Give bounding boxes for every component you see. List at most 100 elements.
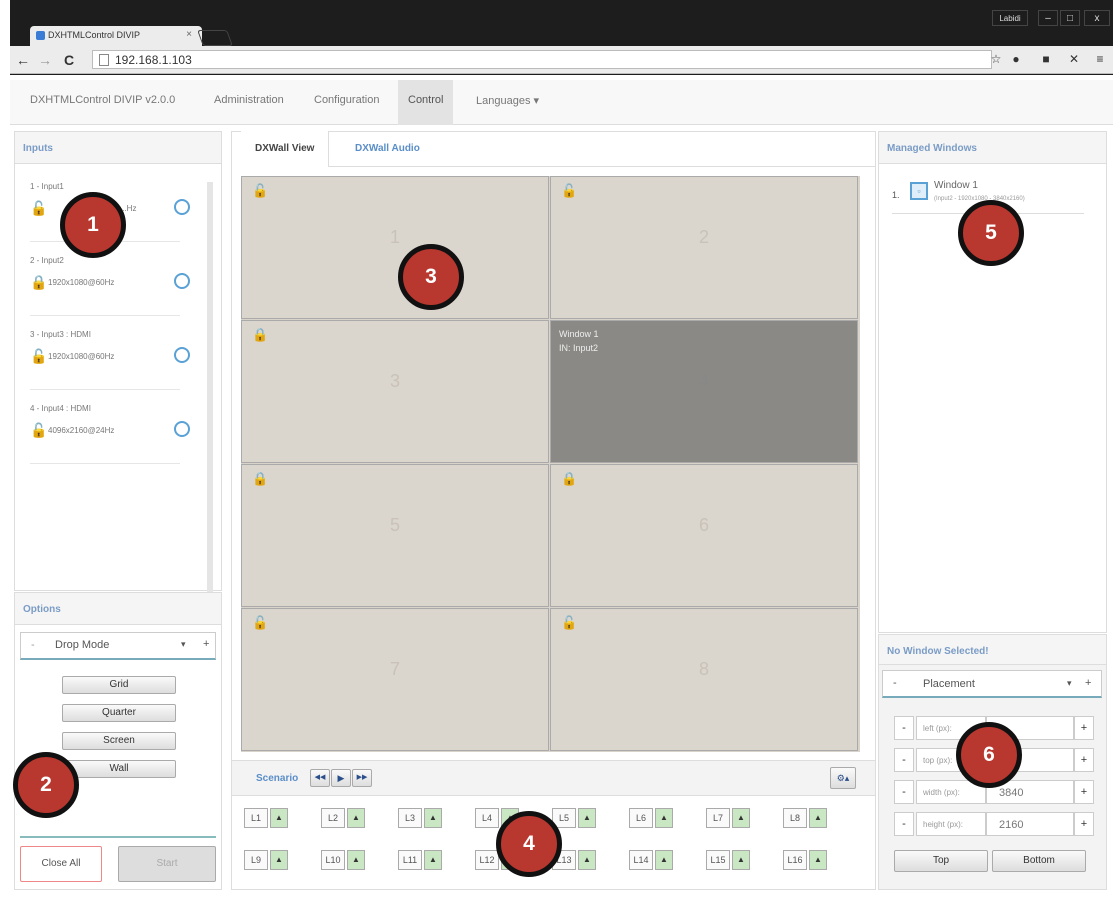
extension-icon[interactable]: ● bbox=[1010, 53, 1022, 65]
layout-label[interactable]: L2 bbox=[321, 808, 345, 828]
maximize-button[interactable]: □ bbox=[1060, 10, 1080, 26]
arrow-up-icon[interactable]: ▲ bbox=[655, 850, 673, 870]
layout-label[interactable]: L14 bbox=[629, 850, 653, 870]
field-minus-button[interactable]: - bbox=[894, 748, 914, 772]
field-input[interactable]: 2160 bbox=[986, 812, 1074, 836]
field-minus-button[interactable]: - bbox=[894, 716, 914, 740]
wall-button[interactable]: Wall bbox=[62, 760, 176, 778]
arrow-up-icon[interactable]: ▲ bbox=[347, 808, 365, 828]
arrow-up-icon[interactable]: ▲ bbox=[578, 808, 596, 828]
new-tab-button[interactable] bbox=[197, 30, 233, 46]
layout-l5[interactable]: L5 ▲ bbox=[552, 808, 598, 828]
bookmark-star-icon[interactable]: ☆ bbox=[990, 53, 1002, 65]
field-plus-button[interactable]: + bbox=[1074, 716, 1094, 740]
wall-screen-5[interactable]: 🔒 5 bbox=[241, 464, 549, 607]
field-minus-button[interactable]: - bbox=[894, 812, 914, 836]
lock-icon[interactable]: 🔒 bbox=[30, 275, 47, 289]
tab-close-icon[interactable]: × bbox=[186, 29, 192, 40]
wall-screen-2[interactable]: 🔓 2 bbox=[550, 176, 858, 319]
input-radio[interactable] bbox=[174, 199, 190, 215]
bottom-button[interactable]: Bottom bbox=[992, 850, 1086, 872]
layout-l14[interactable]: L14 ▲ bbox=[629, 850, 675, 870]
nav-administration[interactable]: Administration bbox=[214, 94, 284, 106]
layout-l10[interactable]: L10 ▲ bbox=[321, 850, 367, 870]
brand[interactable]: DXHTMLControl DIVIP v2.0.0 bbox=[30, 94, 175, 106]
tab-dxwall-audio[interactable]: DXWall Audio bbox=[355, 143, 420, 154]
placement-select[interactable]: - Placement ▾ + bbox=[882, 670, 1102, 698]
arrow-up-icon[interactable]: ▲ bbox=[270, 808, 288, 828]
inputs-scrollbar[interactable] bbox=[207, 182, 213, 592]
rewind-icon[interactable]: ◀◀ bbox=[310, 769, 330, 787]
extension2-icon[interactable]: ■ bbox=[1040, 53, 1052, 65]
layout-l15[interactable]: L15 ▲ bbox=[706, 850, 752, 870]
wall-screen-1[interactable]: 🔓 1 bbox=[241, 176, 549, 319]
url-input[interactable]: 192.168.1.103 bbox=[92, 50, 992, 69]
input-item-2[interactable]: 2 - Input2 🔒 1920x1080@60Hz bbox=[30, 256, 190, 316]
wall-screen-7[interactable]: 🔓 7 bbox=[241, 608, 549, 751]
layout-label[interactable]: L15 bbox=[706, 850, 730, 870]
input-radio[interactable] bbox=[174, 347, 190, 363]
field-plus-button[interactable]: + bbox=[1074, 812, 1094, 836]
layout-label[interactable]: L1 bbox=[244, 808, 268, 828]
arrow-up-icon[interactable]: ▲ bbox=[732, 808, 750, 828]
browser-tab[interactable]: DXHTMLControl DIVIP × bbox=[30, 26, 202, 46]
layout-l11[interactable]: L11 ▲ bbox=[398, 850, 444, 870]
arrow-up-icon[interactable]: ▲ bbox=[347, 850, 365, 870]
lock-icon[interactable]: 🔒 bbox=[252, 471, 268, 487]
lock-icon[interactable]: 🔒 bbox=[252, 327, 268, 343]
reload-icon[interactable]: C bbox=[64, 52, 74, 68]
layout-label[interactable]: L9 bbox=[244, 850, 268, 870]
wall-screen-6[interactable]: 🔒 6 bbox=[550, 464, 858, 607]
layout-label[interactable]: L11 bbox=[398, 850, 422, 870]
start-button[interactable]: Start bbox=[118, 846, 216, 882]
wall-screen-8[interactable]: 🔓 8 bbox=[550, 608, 858, 751]
nav-control[interactable]: Control bbox=[398, 80, 454, 125]
unlock-icon[interactable]: 🔓 bbox=[30, 349, 47, 363]
placement-minus[interactable]: - bbox=[893, 677, 897, 689]
screen-button[interactable]: Screen bbox=[62, 732, 176, 750]
close-all-button[interactable]: Close All bbox=[20, 846, 102, 882]
mode-plus[interactable]: + bbox=[203, 638, 209, 650]
layout-l3[interactable]: L3 ▲ bbox=[398, 808, 444, 828]
wall-screen-3[interactable]: 🔒 3 bbox=[241, 320, 549, 463]
placement-plus[interactable]: + bbox=[1085, 677, 1091, 689]
layout-l6[interactable]: L6 ▲ bbox=[629, 808, 675, 828]
extension3-icon[interactable]: ✕ bbox=[1068, 53, 1080, 65]
arrow-up-icon[interactable]: ▲ bbox=[732, 850, 750, 870]
unlock-icon[interactable]: 🔓 bbox=[30, 201, 47, 215]
layout-label[interactable]: L10 bbox=[321, 850, 345, 870]
minimize-button[interactable]: – bbox=[1038, 10, 1058, 26]
layout-label[interactable]: L4 bbox=[475, 808, 499, 828]
layout-l2[interactable]: L2 ▲ bbox=[321, 808, 367, 828]
quarter-button[interactable]: Quarter bbox=[62, 704, 176, 722]
arrow-up-icon[interactable]: ▲ bbox=[809, 808, 827, 828]
layout-l1[interactable]: L1 ▲ bbox=[244, 808, 290, 828]
play-icon[interactable]: ▶ bbox=[331, 769, 351, 787]
unlock-icon[interactable]: 🔓 bbox=[252, 615, 268, 631]
arrow-up-icon[interactable]: ▲ bbox=[424, 850, 442, 870]
top-button[interactable]: Top bbox=[894, 850, 988, 872]
drop-mode-select[interactable]: - Drop Mode ▾ + bbox=[20, 632, 216, 660]
layout-label[interactable]: L8 bbox=[783, 808, 807, 828]
unlock-icon[interactable]: 🔓 bbox=[30, 423, 47, 437]
tab-dxwall-view[interactable]: DXWall View bbox=[241, 131, 330, 167]
arrow-up-icon[interactable]: ▲ bbox=[809, 850, 827, 870]
layout-label[interactable]: L12 bbox=[475, 850, 499, 870]
nav-languages[interactable]: Languages ▾ bbox=[476, 94, 539, 107]
nav-configuration[interactable]: Configuration bbox=[314, 94, 379, 106]
gear-icon[interactable]: ⚙▴ bbox=[830, 767, 856, 789]
input-item-4[interactable]: 4 - Input4 : HDMI 🔓 4096x2160@24Hz bbox=[30, 404, 190, 464]
menu-icon[interactable]: ≡ bbox=[1094, 53, 1106, 65]
field-minus-button[interactable]: - bbox=[894, 780, 914, 804]
input-radio[interactable] bbox=[174, 273, 190, 289]
arrow-up-icon[interactable]: ▲ bbox=[270, 850, 288, 870]
unlock-icon[interactable]: 🔓 bbox=[561, 183, 577, 199]
arrow-up-icon[interactable]: ▲ bbox=[655, 808, 673, 828]
layout-l8[interactable]: L8 ▲ bbox=[783, 808, 829, 828]
layout-l7[interactable]: L7 ▲ bbox=[706, 808, 752, 828]
grid-button[interactable]: Grid bbox=[62, 676, 176, 694]
unlock-icon[interactable]: 🔓 bbox=[252, 183, 268, 199]
layout-label[interactable]: L7 bbox=[706, 808, 730, 828]
arrow-up-icon[interactable]: ▲ bbox=[578, 850, 596, 870]
forward-icon[interactable]: → bbox=[38, 52, 52, 68]
